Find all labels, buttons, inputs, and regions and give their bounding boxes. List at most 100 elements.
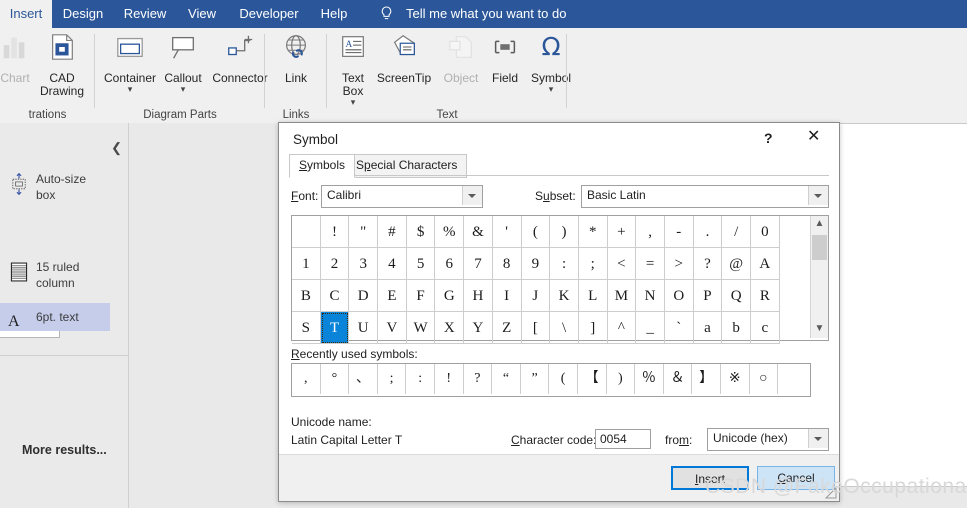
symbol-cell[interactable]: D xyxy=(349,280,379,312)
ribbon-tab-view[interactable]: View xyxy=(176,0,228,28)
symbol-cell[interactable]: W xyxy=(406,312,436,344)
symbol-cell[interactable]: . xyxy=(693,216,723,248)
recent-symbol-cell[interactable]: ) xyxy=(607,364,636,394)
recent-symbol-cell[interactable]: ＆ xyxy=(664,364,693,394)
symbol-cell[interactable]: ) xyxy=(550,216,579,248)
ribbon-tab-help[interactable]: Help xyxy=(310,0,358,28)
symbol-cell[interactable]: ' xyxy=(492,216,522,248)
symbol-cell[interactable]: b xyxy=(722,312,751,344)
symbol-cell[interactable]: c xyxy=(751,312,780,344)
recent-symbol-cell[interactable]: 【 xyxy=(578,364,607,394)
symbol-cell[interactable]: C xyxy=(320,280,350,312)
symbol-cell[interactable]: 5 xyxy=(406,248,436,280)
symbol-cell[interactable]: # xyxy=(378,216,407,248)
symbol-cell[interactable]: S xyxy=(292,312,321,344)
symbol-cell[interactable]: 4 xyxy=(378,248,407,280)
character-code-input[interactable] xyxy=(595,429,651,449)
symbol-cell[interactable]: P xyxy=(693,280,723,312)
symbol-cell[interactable]: : xyxy=(550,248,579,280)
symbol-cell[interactable]: " xyxy=(349,216,379,248)
symbol-cell[interactable]: _ xyxy=(636,312,665,344)
symbol-cell[interactable]: - xyxy=(664,216,694,248)
symbol-cell[interactable] xyxy=(292,216,321,248)
symbol-cell[interactable]: 3 xyxy=(349,248,379,280)
chevron-down-icon[interactable]: ▾ xyxy=(331,98,375,107)
symbol-cell[interactable]: F xyxy=(406,280,436,312)
symbol-cell[interactable]: K xyxy=(550,280,579,312)
symbol-cell[interactable]: 8 xyxy=(492,248,522,280)
symbol-cell[interactable]: ] xyxy=(578,312,608,344)
symbol-cell[interactable]: O xyxy=(664,280,694,312)
shape-item-auto-size-box[interactable]: Auto-size box xyxy=(0,165,110,209)
symbol-cell[interactable]: G xyxy=(435,280,465,312)
recent-symbol-cell[interactable]: ※ xyxy=(721,364,750,394)
symbol-cell[interactable]: H xyxy=(464,280,493,312)
symbol-cell[interactable]: , xyxy=(636,216,665,248)
symbol-cell[interactable]: * xyxy=(578,216,608,248)
recent-symbol-cell[interactable]: : xyxy=(406,364,435,394)
symbol-cell[interactable]: ^ xyxy=(607,312,637,344)
subset-combobox[interactable]: Basic Latin xyxy=(581,185,829,208)
symbol-cell[interactable]: Y xyxy=(464,312,493,344)
font-combobox[interactable]: Calibri xyxy=(321,185,483,208)
symbol-cell[interactable]: R xyxy=(751,280,780,312)
recent-symbol-cell[interactable]: ° xyxy=(321,364,350,394)
shape-item-15-ruled-column[interactable]: 15 ruled column xyxy=(0,253,110,297)
chevron-down-icon[interactable] xyxy=(808,429,828,448)
recent-symbol-cell[interactable]: 、 xyxy=(349,364,378,394)
symbol-cell[interactable]: [ xyxy=(521,312,551,344)
symbol-cell[interactable]: 6 xyxy=(435,248,465,280)
symbol-cell[interactable]: Q xyxy=(722,280,751,312)
symbol-grid-scrollbar[interactable]: ▲ ▼ xyxy=(810,216,828,338)
shape-item-6pt-text[interactable]: A 6pt. text xyxy=(0,303,110,331)
ribbon-button-callout[interactable]: Callout ▾ xyxy=(157,32,209,94)
symbol-cell[interactable]: ` xyxy=(664,312,694,344)
symbol-cell[interactable]: ( xyxy=(521,216,551,248)
symbol-cell[interactable]: V xyxy=(378,312,407,344)
symbol-cell[interactable]: $ xyxy=(406,216,436,248)
symbol-cell[interactable]: @ xyxy=(722,248,751,280)
recent-symbol-cell[interactable]: ( xyxy=(549,364,578,394)
document-page[interactable] xyxy=(833,123,967,487)
ribbon-button-symbol[interactable]: Ω Symbol ▾ xyxy=(523,32,579,94)
symbol-cell[interactable]: & xyxy=(464,216,493,248)
ribbon-button-cad-drawing[interactable]: CAD Drawing xyxy=(34,32,90,98)
recent-symbol-cell[interactable]: ” xyxy=(521,364,550,394)
recent-symbol-cell[interactable]: ％ xyxy=(635,364,664,394)
chevron-left-icon[interactable]: ❮ xyxy=(111,140,122,156)
symbol-cell[interactable]: / xyxy=(722,216,751,248)
symbol-grid[interactable]: ! " # $% & '() * +, -./0 1 2 3 4 5 6 7 8 9:; < = >? @ A B C D E F G H… xyxy=(292,216,810,344)
recently-used-symbols[interactable]: , °、;:!? “”(【) ％＆】 ※ ○ xyxy=(291,363,811,397)
symbol-cell[interactable]: M xyxy=(607,280,637,312)
insert-button[interactable]: Insert xyxy=(671,466,749,490)
symbol-cell[interactable]: Z xyxy=(492,312,522,344)
recent-symbol-cell[interactable]: “ xyxy=(492,364,521,394)
symbol-cell[interactable]: I xyxy=(492,280,522,312)
symbol-cell[interactable]: = xyxy=(636,248,665,280)
tell-me-search[interactable]: Tell me what you want to do xyxy=(406,0,566,28)
recent-symbol-cell[interactable]: ? xyxy=(464,364,493,394)
close-icon[interactable]: ✕ xyxy=(807,128,820,146)
symbol-cell[interactable]: 0 xyxy=(751,216,780,248)
symbol-cell[interactable]: \ xyxy=(550,312,579,344)
symbol-cell[interactable]: 1 xyxy=(292,248,321,280)
ribbon-button-link[interactable]: Link xyxy=(271,32,321,85)
dialog-tab-symbols[interactable]: Symbols xyxy=(289,154,356,178)
recent-symbol-cell[interactable]: ! xyxy=(435,364,464,394)
symbol-cell[interactable]: 2 xyxy=(320,248,350,280)
scrollbar-thumb[interactable] xyxy=(812,235,827,260)
chevron-down-icon[interactable]: ▾ xyxy=(523,85,579,94)
recent-symbol-cell[interactable]: ; xyxy=(378,364,407,394)
resize-grip-icon[interactable] xyxy=(825,487,837,499)
symbol-cell[interactable]: < xyxy=(607,248,637,280)
ribbon-button-field[interactable]: Field xyxy=(483,32,527,85)
symbol-cell[interactable]: ? xyxy=(693,248,723,280)
ribbon-button-screentip[interactable]: ScreenTip xyxy=(371,32,437,85)
more-results-link[interactable]: More results... xyxy=(22,443,107,457)
symbol-cell[interactable]: A xyxy=(751,248,780,280)
from-combobox[interactable]: Unicode (hex) xyxy=(707,428,829,451)
recent-symbol-cell[interactable]: , xyxy=(292,364,321,394)
symbol-cell[interactable]: N xyxy=(636,280,665,312)
chevron-down-icon[interactable]: ▼ xyxy=(811,321,828,338)
question-mark-icon[interactable]: ? xyxy=(764,130,773,146)
